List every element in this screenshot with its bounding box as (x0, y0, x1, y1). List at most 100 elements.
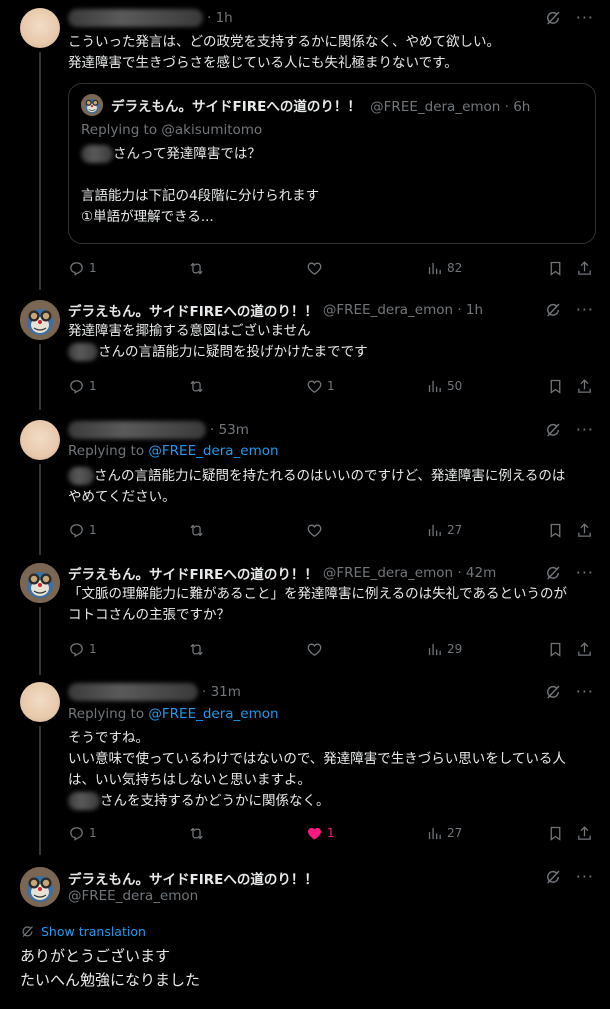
bookmark-icon (547, 522, 564, 539)
more-icon[interactable]: ··· (576, 422, 594, 438)
reply-count: 1 (89, 523, 97, 537)
bookmark-button[interactable] (547, 520, 568, 540)
grok-icon[interactable] (544, 301, 562, 319)
bookmark-button[interactable] (547, 258, 568, 278)
tweet-time[interactable]: · 53m (210, 422, 249, 438)
quote-text-line: さんって発達障害では？ (113, 146, 261, 162)
tweet-actions: 1 29 (68, 639, 590, 659)
tweet-top-icons: ··· (544, 300, 594, 320)
share-button[interactable] (576, 639, 597, 659)
like-button[interactable]: 1 (306, 823, 335, 843)
main-tweet[interactable]: デラえもん。サイドFIREへの道のり！！ @FREE_dera_emon ···… (0, 855, 610, 1009)
tweet-time[interactable]: · 31m (202, 684, 241, 700)
tweet-reply-5[interactable]: · 31m ··· Replying to @FREE_dera_emon そう… (0, 675, 610, 855)
grok-icon[interactable] (544, 421, 562, 439)
more-icon[interactable]: ··· (576, 565, 594, 581)
like-button[interactable] (306, 520, 327, 540)
author-handle[interactable]: @FREE_dera_emon · 1h (323, 302, 483, 318)
retweet-button[interactable] (188, 376, 209, 396)
bookmark-button[interactable] (547, 376, 568, 396)
share-button[interactable] (576, 258, 597, 278)
reply-count: 1 (89, 379, 97, 393)
more-icon[interactable]: ··· (576, 869, 594, 885)
author-name[interactable]: デラえもん。サイドFIREへの道のり！！ (68, 868, 318, 888)
redacted-name (68, 792, 100, 810)
tweet-reply-3[interactable]: · 53m ··· Replying to @FREE_dera_emon さん… (0, 410, 610, 555)
views-icon (426, 260, 443, 277)
replying-to-handle[interactable]: @FREE_dera_emon (148, 706, 278, 722)
tweet-text-line: 「文脈の理解能力に難があること」を発達障害に例えるのは失礼であるというのが (68, 586, 567, 602)
avatar[interactable] (20, 563, 60, 603)
like-button[interactable] (306, 639, 327, 659)
retweet-button[interactable] (188, 823, 209, 843)
grok-icon[interactable] (544, 868, 562, 886)
like-filled-icon (306, 825, 323, 842)
share-button[interactable] (576, 520, 597, 540)
tweet-reply-2[interactable]: デラえもん。サイドFIREへの道のり！！ @FREE_dera_emon · 1… (0, 290, 610, 410)
tweet-time[interactable]: · 1h (207, 10, 233, 26)
thread-line (39, 726, 41, 855)
avatar[interactable] (20, 682, 60, 722)
replying-to-label: Replying to (68, 443, 149, 459)
retweet-button[interactable] (188, 639, 209, 659)
like-button[interactable] (306, 258, 327, 278)
replying-to-label: Replying to (68, 706, 149, 722)
like-button[interactable]: 1 (306, 376, 335, 396)
tweet-text-line: コトコさんの主張ですか？ (68, 607, 230, 623)
views-button[interactable]: 27 (426, 520, 462, 540)
quote-header: デラえもん。サイドFIREへの道のり！！ @FREE_dera_emon · 6… (111, 95, 530, 115)
more-icon[interactable]: ··· (576, 302, 594, 318)
retweet-button[interactable] (188, 258, 209, 278)
reply-button[interactable]: 1 (68, 823, 97, 843)
reply-icon (68, 260, 85, 277)
redacted-name (68, 343, 98, 361)
author-handle[interactable]: @FREE_dera_emon · 42m (323, 565, 496, 581)
tweet-text-line: そうですね。 (68, 730, 149, 746)
reply-button[interactable]: 1 (68, 376, 97, 396)
quote-author-name: デラえもん。サイドFIREへの道のり！！ (111, 99, 361, 115)
tweet-top-icons: ··· (544, 563, 594, 583)
tweet-header: · 31m (68, 682, 540, 702)
author-handle[interactable]: @FREE_dera_emon (68, 888, 198, 904)
author-name[interactable]: デラえもん。サイドFIREへの道のり！！ (68, 563, 318, 583)
reply-count: 1 (89, 642, 97, 656)
grok-icon[interactable] (544, 683, 562, 701)
retweet-icon (188, 825, 205, 842)
grok-icon[interactable] (544, 9, 562, 27)
replying-to-handle[interactable]: @FREE_dera_emon (148, 443, 278, 459)
tweet-text: 「文脈の理解能力に難があること」を発達障害に例えるのは失礼であるというのが コト… (68, 584, 590, 626)
grok-icon[interactable] (544, 564, 562, 582)
retweet-button[interactable] (188, 520, 209, 540)
tweet-reply-4[interactable]: デラえもん。サイドFIREへの道のり！！ @FREE_dera_emon · 4… (0, 555, 610, 675)
tweet-reply-1[interactable]: · 1h ··· こういった発言は、どの政党を支持するかに関係なく、やめて欲しい… (0, 0, 610, 290)
reply-button[interactable]: 1 (68, 520, 97, 540)
views-icon (426, 522, 443, 539)
replying-to: Replying to @FREE_dera_emon (68, 443, 279, 459)
reply-button[interactable]: 1 (68, 258, 97, 278)
tweet-actions: 1 82 (68, 258, 590, 278)
tweet-text: 発達障害を揶揄する意図はございません さんの言語能力に疑問を投げかけたまでです (68, 321, 590, 363)
share-button[interactable] (576, 376, 597, 396)
views-button[interactable]: 82 (426, 258, 462, 278)
author-name[interactable]: デラえもん。サイドFIREへの道のり！！ (68, 300, 318, 320)
avatar[interactable] (20, 8, 60, 48)
views-button[interactable]: 27 (426, 823, 462, 843)
avatar[interactable] (20, 867, 60, 907)
bookmark-button[interactable] (547, 639, 568, 659)
show-translation-button[interactable]: Show translation (20, 924, 146, 939)
more-icon[interactable]: ··· (576, 684, 594, 700)
avatar[interactable] (20, 300, 60, 340)
tweet-text-line: いい意味で使っているわけではないので、発達障害で生きづらい思いをしている人 (68, 751, 566, 767)
share-button[interactable] (576, 823, 597, 843)
views-button[interactable]: 50 (426, 376, 462, 396)
thread-line (39, 52, 41, 290)
bookmark-icon (547, 378, 564, 395)
bookmark-button[interactable] (547, 823, 568, 843)
more-icon[interactable]: ··· (576, 10, 594, 26)
tweet-top-icons: ··· (544, 682, 594, 702)
avatar[interactable] (20, 420, 60, 460)
tweet-text-line: さんの言語能力に疑問を投げかけたまでです (98, 344, 368, 360)
reply-button[interactable]: 1 (68, 639, 97, 659)
views-button[interactable]: 29 (426, 639, 462, 659)
quoted-tweet[interactable]: デラえもん。サイドFIREへの道のり！！ @FREE_dera_emon · 6… (68, 83, 596, 244)
